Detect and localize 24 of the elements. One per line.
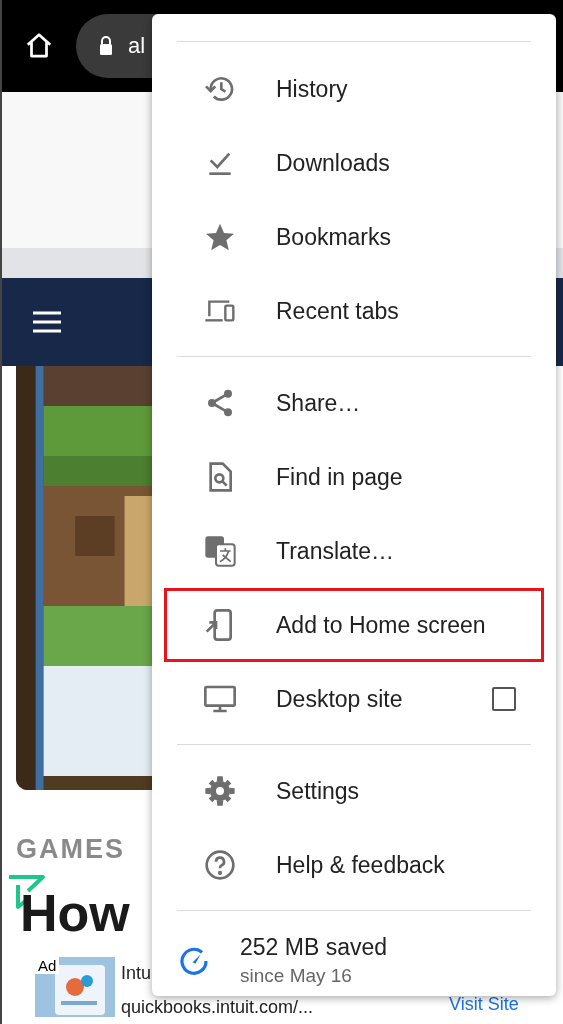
menu-item[interactable]: Desktop site: [164, 662, 544, 736]
menu-item[interactable]: Help & feedback: [164, 828, 544, 902]
menu-item[interactable]: Share…: [164, 366, 544, 440]
menu-item[interactable]: Add to Home screen: [164, 588, 544, 662]
menu-item[interactable]: Downloads: [164, 126, 544, 200]
menu-item[interactable]: Bookmarks: [164, 200, 544, 274]
menu-icon[interactable]: [32, 310, 62, 334]
help-icon: [204, 849, 236, 881]
visit-site-link[interactable]: Visit Site: [449, 994, 519, 1015]
menu-item[interactable]: Settings: [164, 754, 544, 828]
ad-url: quickbooks.intuit.com/...: [121, 996, 314, 1019]
checkbox[interactable]: [492, 687, 516, 711]
category-label: GAMES: [16, 834, 125, 865]
menu-item[interactable]: Translate…: [164, 514, 544, 588]
data-saved-since: since May 16: [240, 965, 353, 987]
translate-icon: [204, 535, 236, 567]
settings-icon: [204, 775, 236, 807]
article-headline: How: [20, 887, 130, 939]
menu-item[interactable]: Recent tabs: [164, 274, 544, 348]
monitor-icon: [204, 683, 236, 715]
ad-badge: Ad: [35, 957, 60, 974]
menu-item[interactable]: Find in page: [164, 440, 544, 514]
data-saved-amount: 252 MB saved: [240, 934, 388, 961]
lock-icon: [98, 36, 114, 56]
